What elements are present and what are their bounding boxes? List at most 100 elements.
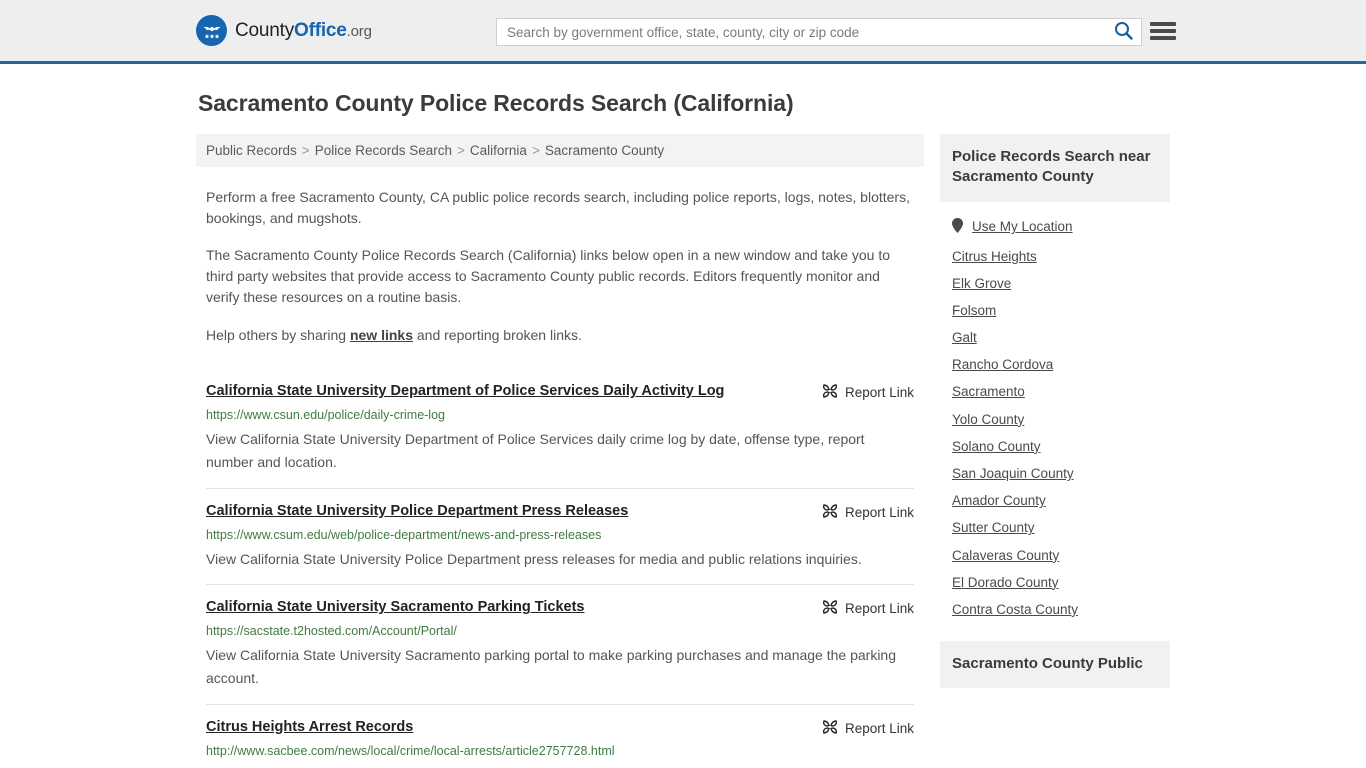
broken-link-icon: [822, 719, 838, 738]
breadcrumb-item-public-records[interactable]: Public Records: [206, 143, 297, 158]
result-description: View California State University Sacrame…: [206, 647, 896, 686]
help-text-before: Help others by sharing: [206, 326, 350, 343]
report-link-button[interactable]: Report Link: [822, 502, 914, 522]
sidebar-link[interactable]: Yolo County: [952, 412, 1024, 428]
sidebar: Police Records Search near Sacramento Co…: [940, 134, 1170, 768]
report-link-button[interactable]: Report Link: [822, 718, 914, 738]
result-title-link[interactable]: California State University Department o…: [206, 382, 724, 400]
sidebar-link[interactable]: Sutter County: [952, 520, 1035, 536]
menu-bar-3: [1150, 36, 1176, 40]
sidebar-link-row: Sutter County: [952, 509, 1158, 536]
eagle-seal-logo-icon: [196, 15, 227, 46]
intro-paragraph-2: The Sacramento County Police Records Sea…: [206, 247, 891, 305]
sidebar-card-title: Police Records Search near Sacramento Co…: [940, 134, 1170, 202]
page-body: Sacramento County Police Records Search …: [0, 90, 1366, 768]
sidebar-link-row: Elk Grove: [952, 265, 1158, 292]
broken-link-icon: [822, 383, 838, 402]
sidebar-link[interactable]: Contra Costa County: [952, 602, 1078, 618]
sidebar-link[interactable]: Solano County: [952, 439, 1041, 455]
sidebar-link-row: Amador County: [952, 482, 1158, 509]
broken-link-icon: [822, 599, 838, 618]
result-title-link[interactable]: Citrus Heights Arrest Records: [206, 718, 413, 736]
help-paragraph: Help others by sharing new links and rep…: [206, 325, 914, 346]
brand-name: CountyOffice.org: [235, 20, 372, 42]
result-title-link[interactable]: California State University Sacramento P…: [206, 598, 585, 616]
result-url[interactable]: http://www.sacbee.com/news/local/crime/l…: [206, 744, 914, 759]
use-my-location-row[interactable]: Use My Location: [952, 202, 1158, 238]
result-header: California State University Department o…: [206, 382, 914, 402]
report-link-label: Report Link: [844, 601, 914, 617]
sidebar-link[interactable]: El Dorado County: [952, 575, 1059, 591]
brand-name-tld: .org: [346, 22, 372, 40]
breadcrumb: Public Records > Police Records Search > Cal…: [196, 134, 924, 167]
sidebar-link[interactable]: Sacramento: [952, 384, 1025, 400]
sidebar-link-row: Solano County: [952, 428, 1158, 455]
search-bar: [496, 18, 1142, 46]
result-item: California State University Police Depar…: [206, 487, 914, 585]
sidebar-link-row: San Joaquin County: [952, 455, 1158, 482]
use-my-location-link[interactable]: Use My Location: [972, 219, 1073, 235]
new-links-link[interactable]: new links: [350, 327, 413, 343]
breadcrumb-item-sacramento-county[interactable]: Sacramento County: [545, 143, 664, 158]
result-header: California State University Police Depar…: [206, 502, 914, 522]
breadcrumb-separator: >: [301, 143, 310, 158]
sidebar-link-row: Contra Costa County: [952, 591, 1158, 618]
result-item: California State University Sacramento P…: [206, 584, 914, 703]
result-description: View California State University Departm…: [206, 431, 865, 470]
report-link-label: Report Link: [844, 385, 914, 401]
sidebar-link[interactable]: Elk Grove: [952, 276, 1011, 292]
sidebar-link-row: Rancho Cordova: [952, 346, 1158, 373]
sidebar-link-row: El Dorado County: [952, 564, 1158, 591]
result-url[interactable]: https://www.csum.edu/web/police-departme…: [206, 528, 914, 543]
content-columns: Public Records > Police Records Search > Cal…: [196, 134, 1366, 768]
intro-section: Perform a free Sacramento County, CA pub…: [196, 187, 924, 345]
sidebar-link[interactable]: Rancho Cordova: [952, 357, 1053, 373]
menu-bar-1: [1150, 22, 1176, 26]
brand-name-part1: County: [235, 19, 295, 41]
hamburger-menu-button[interactable]: [1150, 20, 1176, 42]
search-icon: [1114, 21, 1133, 43]
sidebar-second-card-title: Sacramento County Public: [940, 641, 1170, 689]
breadcrumb-item-police-records-search[interactable]: Police Records Search: [315, 143, 452, 158]
sidebar-link-row: Galt: [952, 319, 1158, 346]
sidebar-link[interactable]: Galt: [952, 330, 977, 346]
sidebar-link[interactable]: Citrus Heights: [952, 249, 1037, 265]
page-title: Sacramento County Police Records Search …: [198, 90, 794, 116]
sidebar-link-row: Folsom: [952, 292, 1158, 319]
sidebar-link-row: Citrus Heights: [952, 238, 1158, 265]
result-item: Citrus Heights Arrest Records Report Link…: [206, 703, 914, 768]
sidebar-links: Use My Location Citrus Heights Elk Grove F…: [940, 202, 1170, 619]
sidebar-link-row: Sacramento: [952, 373, 1158, 400]
main-column: Public Records > Police Records Search > Cal…: [196, 134, 924, 768]
report-link-button[interactable]: Report Link: [822, 382, 914, 402]
sidebar-link-row: Calaveras County: [952, 537, 1158, 564]
brand-name-part2: Office: [294, 19, 347, 41]
sidebar-link-row: Yolo County: [952, 401, 1158, 428]
result-header: California State University Sacramento P…: [206, 598, 914, 618]
sidebar-link[interactable]: Amador County: [952, 493, 1046, 509]
site-header: CountyOffice.org: [0, 0, 1366, 64]
breadcrumb-separator: >: [531, 143, 540, 158]
search-input[interactable]: [497, 19, 1105, 45]
help-text-after: and reporting broken links.: [413, 326, 582, 343]
result-description: View California State University Police …: [206, 550, 862, 567]
result-title-link[interactable]: California State University Police Depar…: [206, 502, 628, 520]
search-button[interactable]: [1105, 19, 1141, 45]
report-link-button[interactable]: Report Link: [822, 598, 914, 618]
brand-logo-link[interactable]: CountyOffice.org: [196, 15, 372, 46]
map-pin-icon: [952, 217, 963, 238]
result-url[interactable]: https://www.csun.edu/police/daily-crime-…: [206, 408, 914, 423]
menu-bar-2: [1150, 29, 1176, 33]
result-item: California State University Department o…: [206, 369, 914, 487]
breadcrumb-item-california[interactable]: California: [470, 143, 527, 158]
sidebar-link[interactable]: Folsom: [952, 303, 996, 319]
intro-paragraph-1: Perform a free Sacramento County, CA pub…: [206, 189, 910, 226]
broken-link-icon: [822, 503, 838, 522]
breadcrumb-separator: >: [457, 143, 465, 158]
report-link-label: Report Link: [844, 504, 914, 520]
sidebar-link[interactable]: Calaveras County: [952, 548, 1059, 564]
report-link-label: Report Link: [844, 720, 914, 736]
results-list: California State University Department o…: [196, 369, 924, 768]
result-url[interactable]: https://sacstate.t2hosted.com/Account/Po…: [206, 624, 914, 639]
sidebar-link[interactable]: San Joaquin County: [952, 466, 1074, 482]
